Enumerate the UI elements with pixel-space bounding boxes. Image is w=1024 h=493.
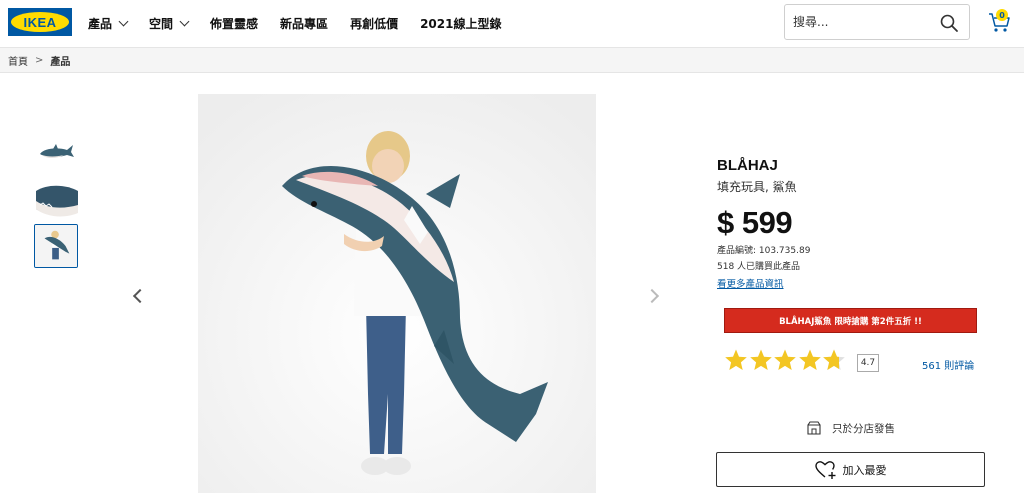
star-half-icon <box>823 349 845 370</box>
reviews-link[interactable]: 561 則評論 <box>922 357 974 372</box>
chevron-left-icon <box>132 288 148 304</box>
shark-thumbnail-image <box>34 130 78 174</box>
thumbnail-shark[interactable] <box>34 130 78 174</box>
chevron-down-icon <box>118 16 129 26</box>
star-icon <box>798 349 821 370</box>
next-image-button[interactable] <box>644 286 664 306</box>
nav-item-label: 新品專區 <box>280 16 329 31</box>
store-icon <box>807 421 821 435</box>
search-icon[interactable] <box>939 13 959 33</box>
search-box <box>784 4 970 40</box>
breadcrumb-separator: > <box>35 54 44 66</box>
product-price: $ 599 <box>717 205 793 240</box>
breadcrumb: 首頁 > 產品 <box>0 47 1024 73</box>
rating-stars[interactable] <box>724 348 847 372</box>
shark-detail-thumbnail-image <box>34 179 78 223</box>
ikea-logo[interactable]: IKEA <box>8 8 72 36</box>
breadcrumb-home[interactable]: 首頁 <box>8 53 28 68</box>
nav-item-catalog[interactable]: 2021線上型錄 <box>420 15 501 32</box>
nav-item-inspiration[interactable]: 佈置靈感 <box>210 15 258 32</box>
bought-count: 518 人已購買此產品 <box>717 262 801 272</box>
more-product-info-link[interactable]: 看更多產品資訊 <box>717 276 784 290</box>
store-only-notice: 只於分店發售 <box>806 420 895 436</box>
thumbnail-child-with-shark[interactable] <box>34 224 78 268</box>
product-description: 填充玩具, 鯊魚 <box>717 180 797 194</box>
nav-item-new[interactable]: 新品專區 <box>280 15 328 32</box>
product-name: BLÅHAJ <box>717 157 778 174</box>
star-icon <box>749 349 772 370</box>
child-shark-thumbnail-image <box>35 225 77 267</box>
store-only-label: 只於分店發售 <box>832 422 895 435</box>
nav-item-label: 再創低價 <box>350 16 399 31</box>
nav-item-lower-price[interactable]: 再創低價 <box>350 15 398 32</box>
logo-text: IKEA <box>23 14 57 30</box>
previous-image-button[interactable] <box>128 286 148 306</box>
add-to-favorites-label: 加入最愛 <box>842 463 887 477</box>
cart-count-badge: 0 <box>996 9 1008 21</box>
heart-plus-icon <box>814 460 835 479</box>
nav-item-rooms[interactable]: 空間 <box>149 15 190 32</box>
nav-item-products[interactable]: 產品 <box>88 15 129 32</box>
logo-oval: IKEA <box>11 12 69 32</box>
thumbnail-shark-detail[interactable] <box>34 179 78 223</box>
chevron-down-icon <box>179 16 190 26</box>
star-icon <box>774 349 796 370</box>
child-holding-shark-image <box>198 94 596 493</box>
nav-item-label: 2021線上型錄 <box>420 16 502 31</box>
breadcrumb-current[interactable]: 產品 <box>50 53 70 68</box>
top-header: IKEA 產品 空間 佈置靈感 新品專區 再創低價 2021線上型錄 搜尋...… <box>0 0 1024 46</box>
nav-item-label: 產品 <box>88 16 113 31</box>
article-number: 產品編號: 103.735.89 <box>717 246 811 256</box>
add-to-favorites-button[interactable]: 加入最愛 <box>716 452 985 487</box>
chevron-right-icon <box>644 288 660 304</box>
promo-banner[interactable]: BLÅHAJ鯊魚 限時搶購 第2件五折 !! <box>724 308 977 333</box>
rating-value: 4.7 <box>857 354 879 372</box>
star-icon <box>725 349 747 370</box>
main-nav: 產品 空間 佈置靈感 新品專區 再創低價 2021線上型錄 <box>88 0 523 46</box>
main-product-image[interactable] <box>198 94 596 493</box>
nav-item-label: 空間 <box>149 16 174 31</box>
nav-item-label: 佈置靈感 <box>210 16 259 31</box>
search-input[interactable] <box>793 15 933 29</box>
